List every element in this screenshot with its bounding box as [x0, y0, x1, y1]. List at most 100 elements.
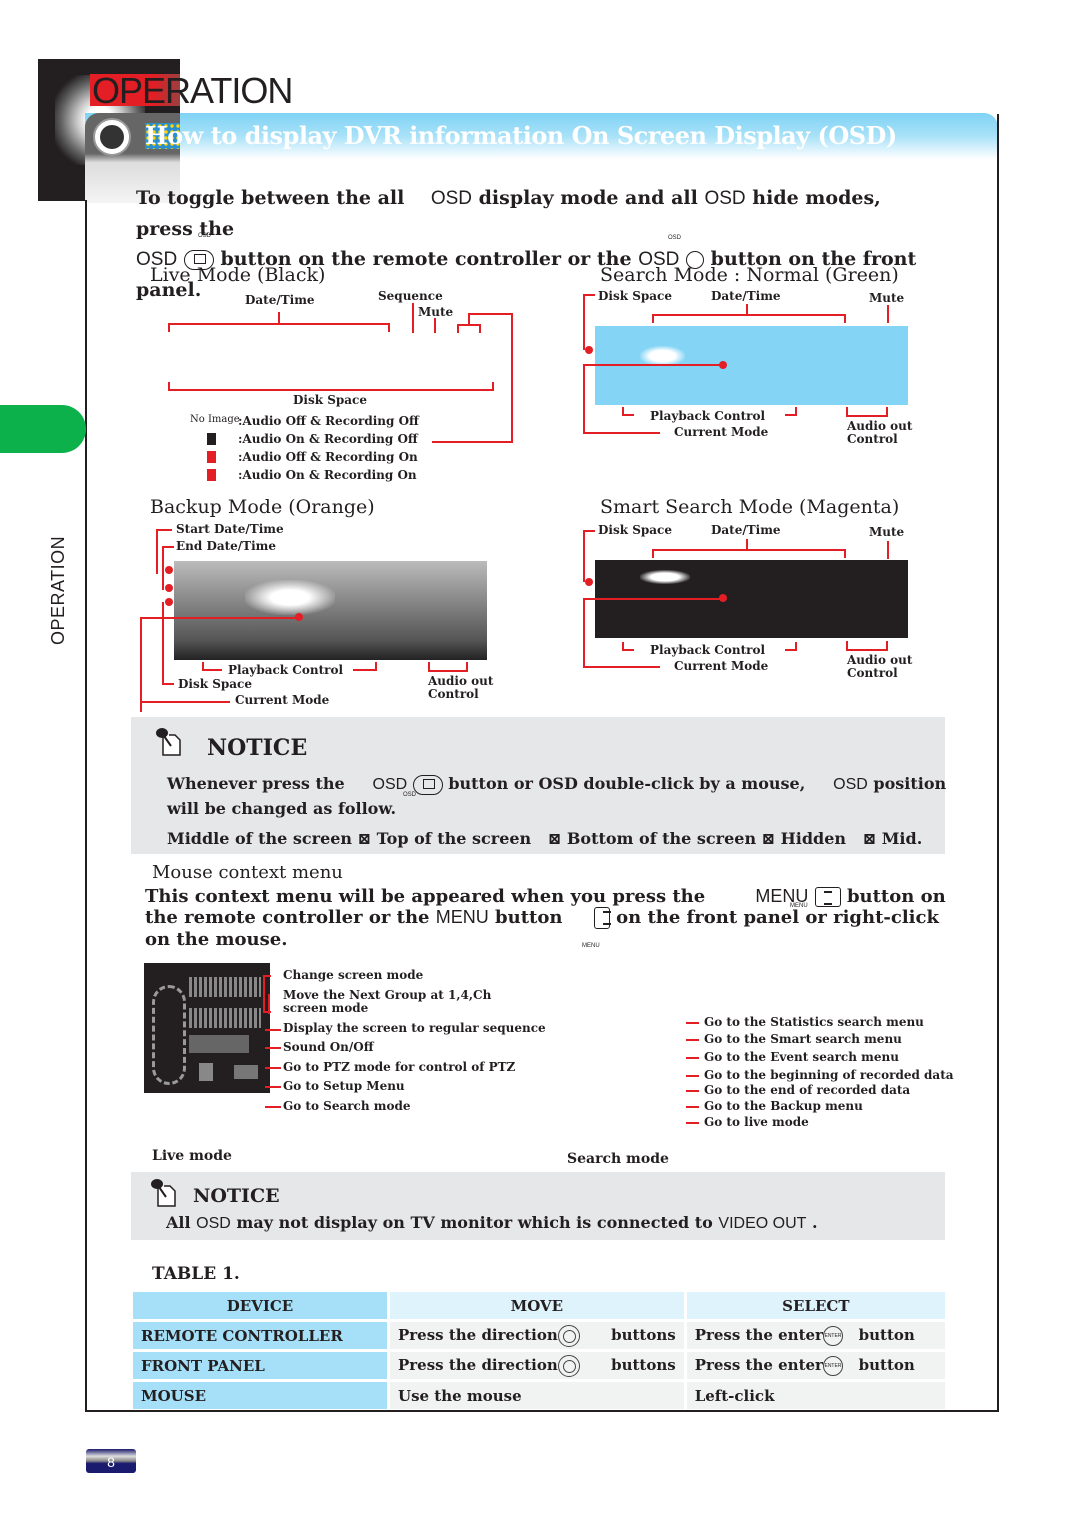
osd-term: OSD	[704, 188, 746, 209]
mute-label: Mute	[869, 525, 905, 539]
legend-item: :Audio On & Recording On	[238, 468, 417, 482]
cell-text: buttons	[611, 1355, 676, 1374]
screen-glare	[640, 346, 685, 366]
sequence-step: Hidden	[780, 829, 847, 848]
live-menu-item: Display the screen to regular sequence	[283, 1021, 546, 1035]
notice-text-part: position	[873, 774, 947, 793]
menu-button-icon	[814, 887, 841, 907]
sequence-label: Sequence	[378, 289, 443, 303]
live-mode-title: Live Mode (Black)	[150, 264, 326, 286]
playback-control-label: Playback Control	[650, 409, 766, 423]
video-out-term: VIDEO OUT	[718, 1215, 807, 1232]
column-header-move: MOVE	[390, 1292, 684, 1319]
osd-term: OSD	[430, 188, 472, 209]
live-menu-item: Go to Search mode	[283, 1099, 411, 1113]
notice-text: All OSD may not display on TV monitor wh…	[166, 1213, 818, 1233]
legend-item: :Audio On & Recording Off	[238, 432, 418, 446]
search-menu-item: Go to the Smart search menu	[704, 1032, 902, 1046]
chapter-tab	[0, 405, 86, 453]
live-mode-caption: Live mode	[152, 1148, 232, 1164]
speaker-red-sound-icon	[207, 469, 216, 481]
cell-text: Press the direction	[398, 1325, 558, 1344]
move-cell: Use the mouse	[390, 1382, 684, 1409]
osd-term: OSD	[833, 776, 868, 793]
speaker-red-icon	[207, 451, 216, 463]
table-row: REMOTE CONTROLLER Press the direction bu…	[133, 1322, 945, 1349]
legend-item: :Audio Off & Recording On	[238, 450, 418, 464]
live-menu-item: Move the Next Group at 1,4,Ch	[283, 988, 492, 1002]
cell-text: Press the direction	[398, 1355, 558, 1374]
current-mode-label: Current Mode	[674, 425, 769, 439]
intro-paragraph: To toggle between the all OSD display mo…	[136, 183, 936, 305]
direction-pad-icon	[557, 1324, 580, 1347]
table-row: FRONT PANEL Press the direction buttons …	[133, 1352, 945, 1379]
mute-label: Mute	[418, 305, 454, 319]
current-mode-label: Current Mode	[674, 659, 769, 673]
osd-icon-caption: OSD	[668, 235, 682, 241]
end-datetime-label: End Date/Time	[176, 539, 277, 553]
live-menu-item: Go to Setup Menu	[283, 1079, 405, 1093]
menu-icon-caption: MENU	[582, 943, 600, 949]
sequence-step: Bottom of the screen	[566, 829, 757, 848]
osd-button-icon	[412, 774, 443, 795]
frame-border-left	[85, 200, 87, 1412]
paragraph-text: button	[495, 907, 563, 928]
select-cell: Press the enter ENTER button	[686, 1322, 945, 1349]
enter-button-icon: ENTER	[822, 1325, 843, 1346]
table-caption: TABLE 1.	[152, 1264, 240, 1284]
osd-term: OSD	[196, 1215, 231, 1232]
live-menu-item: Go to PTZ mode for control of PTZ	[283, 1060, 516, 1074]
paragraph-text: on the mouse.	[145, 929, 288, 950]
audio-out-label: Audio out	[847, 419, 913, 433]
notice-text-part: Whenever press the	[167, 774, 345, 793]
cell-text: buttons	[611, 1325, 676, 1344]
paragraph-text: This context menu will be appeared when …	[145, 886, 706, 907]
device-cell: FRONT PANEL	[133, 1352, 387, 1379]
datetime-label: Date/Time	[245, 293, 315, 307]
chapter-label: OPERATION	[48, 535, 68, 645]
search-mode-title: Search Mode : Normal (Green)	[600, 264, 899, 286]
screen-glare	[640, 570, 690, 584]
datetime-label: Date/Time	[711, 523, 781, 537]
move-cell: Press the direction buttons	[390, 1352, 684, 1379]
frame-border-right	[997, 114, 999, 1412]
datetime-label: Date/Time	[711, 289, 781, 303]
live-menu-item: screen mode	[283, 1001, 369, 1015]
cell-text: Press the enter	[694, 1325, 823, 1344]
menu-panel-button-icon	[593, 907, 611, 929]
notice-title: NOTICE	[207, 735, 308, 761]
context-menu-heading: Mouse context menu	[152, 862, 343, 883]
sequence-step: Middle of the screen	[167, 829, 353, 848]
paragraph-text: button on	[846, 886, 946, 907]
menu-term: MENU	[435, 907, 489, 927]
control-label: Control	[847, 666, 898, 680]
sequence-step: Mid.	[881, 829, 923, 848]
paragraph-text: the remote controller or the	[145, 907, 430, 928]
search-menu-item: Go to the beginning of recorded data	[704, 1068, 954, 1082]
control-label: Control	[847, 432, 898, 446]
move-cell: Press the direction buttons	[390, 1322, 684, 1349]
live-menu-item: Change screen mode	[283, 968, 424, 982]
legend-item: :Audio Off & Recording Off	[238, 414, 419, 428]
disk-space-label: Disk Space	[598, 289, 672, 303]
column-header-device: DEVICE	[133, 1292, 387, 1319]
playback-control-label: Playback Control	[650, 643, 766, 657]
controls-table: DEVICE MOVE SELECT REMOTE CONTROLLER Pre…	[130, 1289, 948, 1412]
notice-pin-icon	[156, 728, 181, 756]
osd-icon-caption: OSD	[403, 792, 417, 798]
disk-space-label: Disk Space	[178, 677, 252, 691]
search-menu-item: Go to the end of recorded data	[704, 1083, 911, 1097]
osd-icon-caption: OSD	[198, 233, 212, 239]
notice-text: Whenever press the OSD button or OSD dou…	[167, 774, 946, 795]
audio-out-label: Audio out	[428, 674, 494, 688]
column-header-select: SELECT	[686, 1292, 945, 1319]
osd-term: OSD	[372, 776, 408, 793]
current-mode-label: Current Mode	[235, 693, 330, 707]
smart-search-mode-title: Smart Search Mode (Magenta)	[600, 496, 900, 518]
osd-position-sequence: Middle of the screen ⊠ Top of the screen…	[167, 829, 923, 848]
disk-space-label: Disk Space	[598, 523, 672, 537]
intro-text: display mode and all	[478, 187, 698, 209]
cell-text: button	[858, 1325, 915, 1344]
search-mode-caption: Search mode	[567, 1151, 669, 1167]
sequence-step: Top of the screen	[376, 829, 532, 848]
